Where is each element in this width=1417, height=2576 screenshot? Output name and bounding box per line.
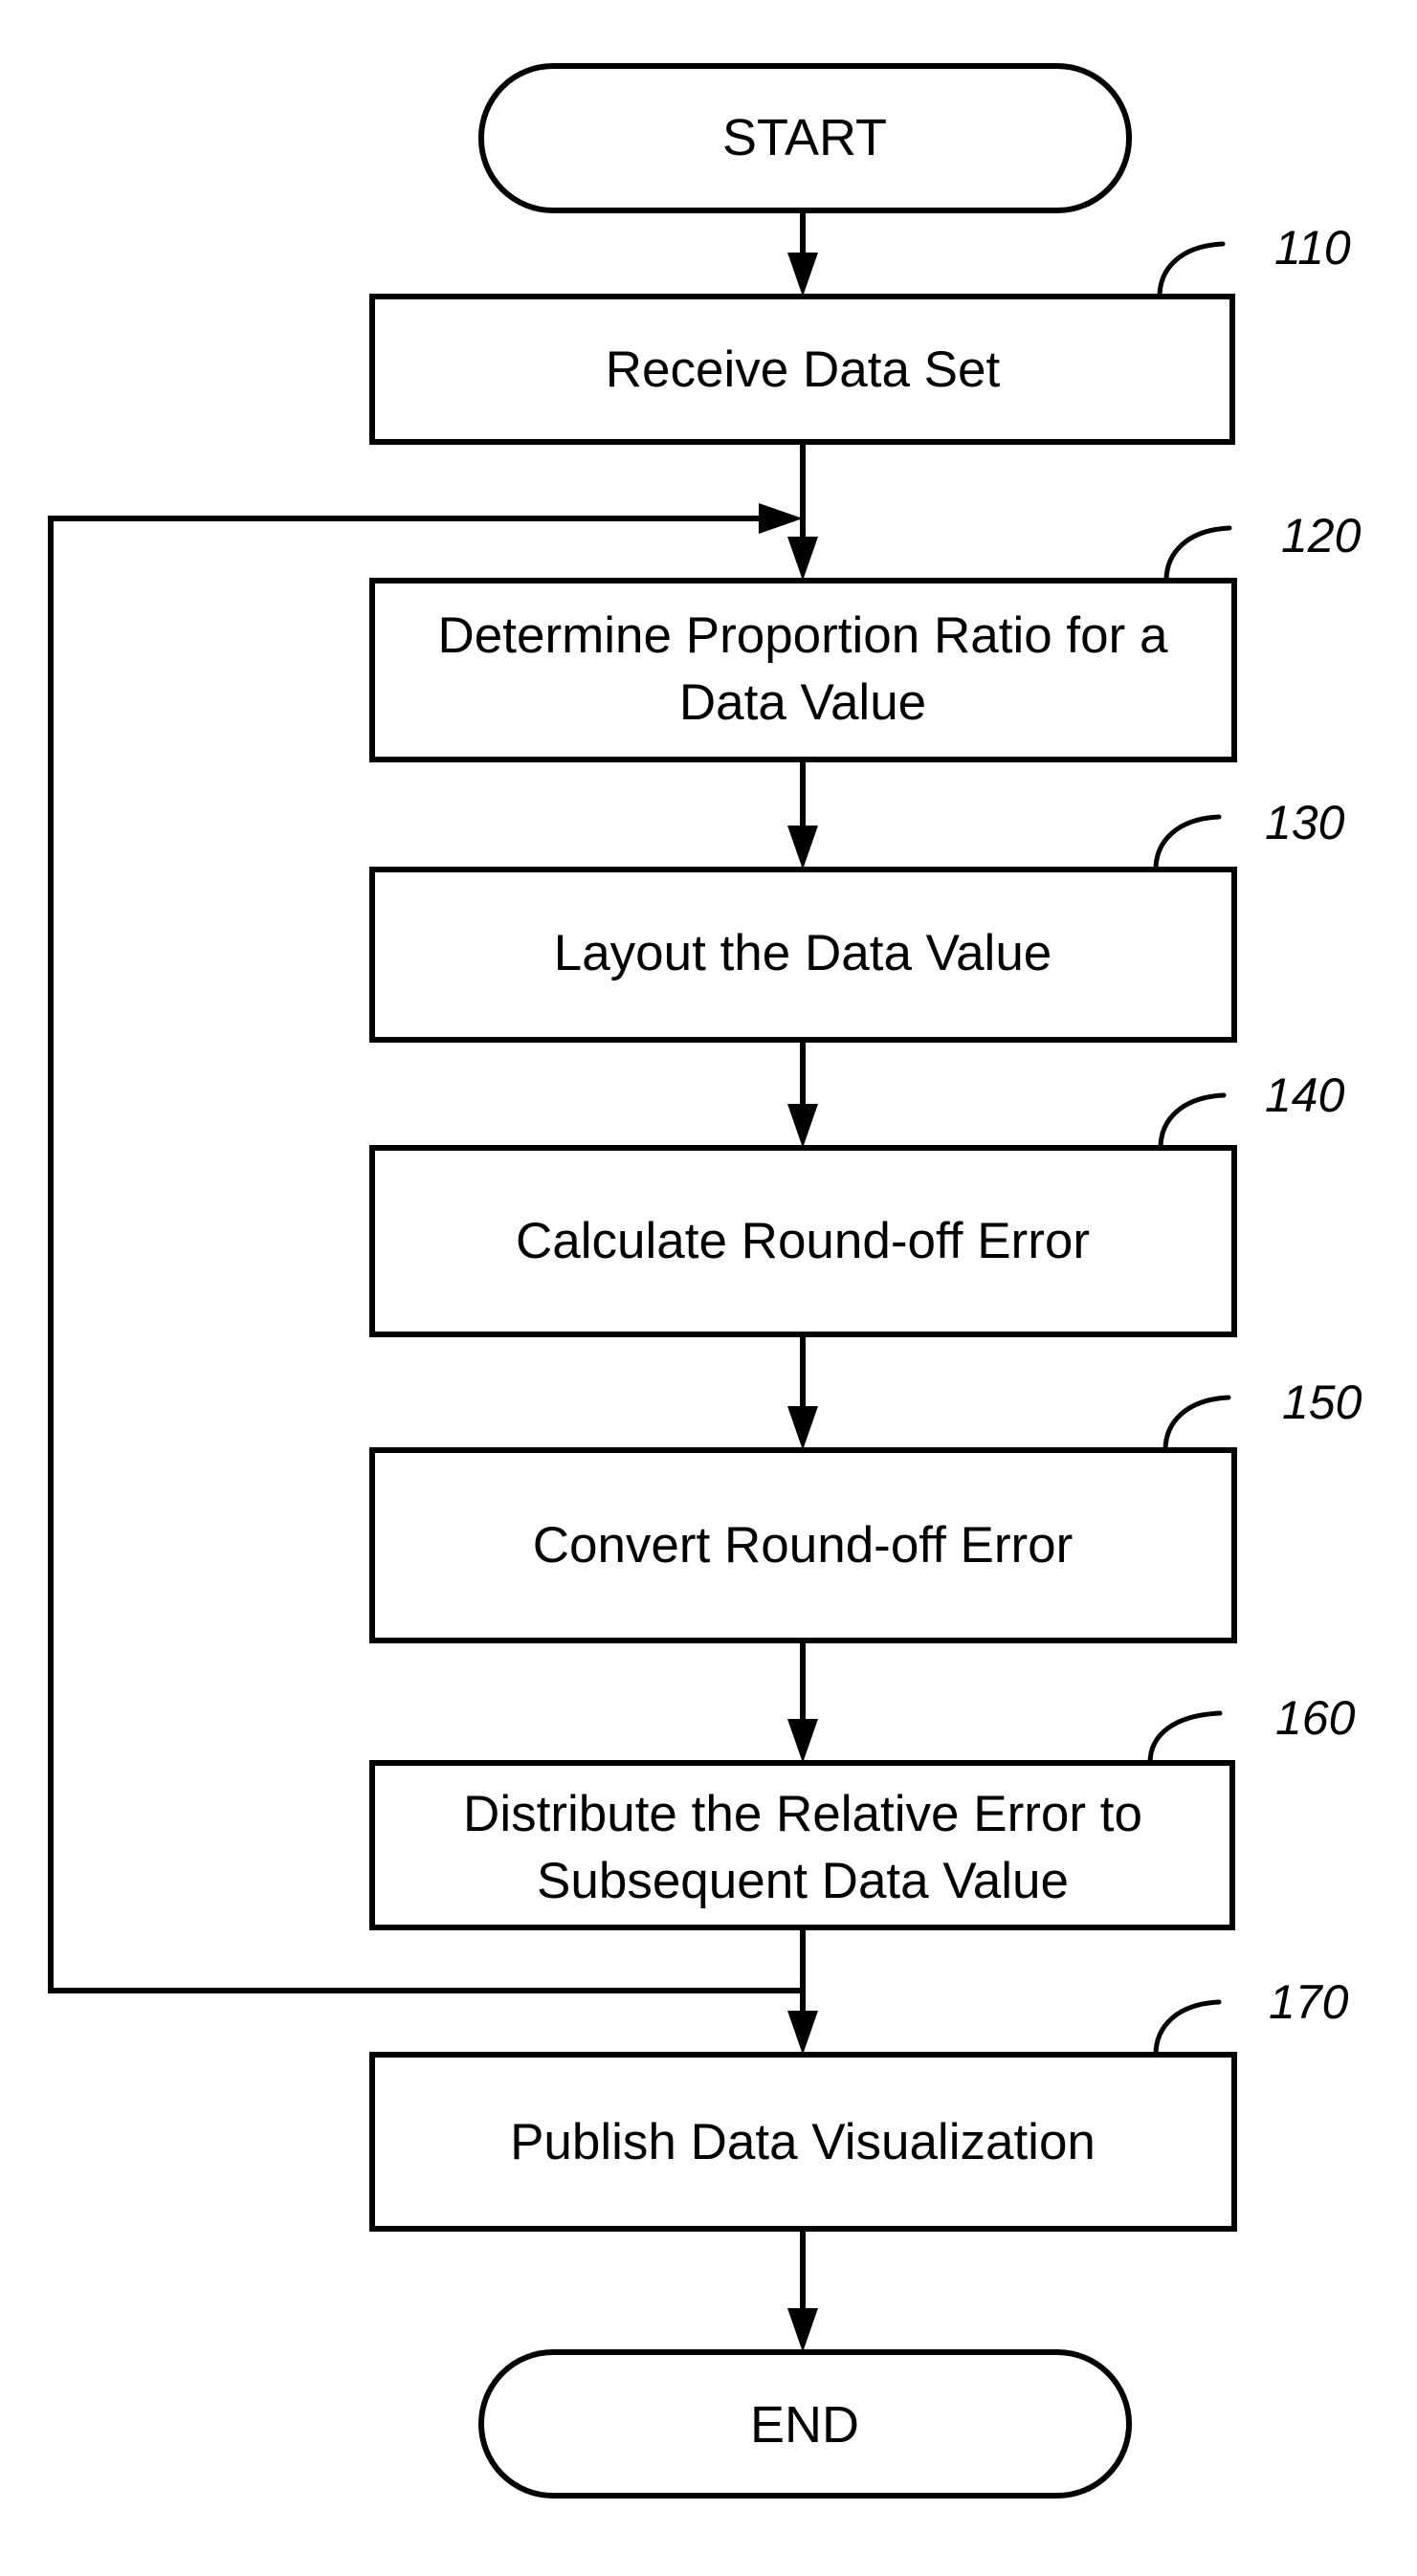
step-label: Convert Round-off Error bbox=[533, 1517, 1074, 1574]
reference-leader bbox=[1153, 814, 1222, 872]
step-label: Layout the Data Value bbox=[554, 925, 1052, 981]
start-terminator: START bbox=[478, 63, 1132, 213]
reference-numeral: 120 bbox=[1281, 509, 1362, 562]
reference-leader bbox=[1162, 1395, 1231, 1453]
arrowhead-icon bbox=[787, 1104, 818, 1148]
arrowhead-icon bbox=[787, 1406, 818, 1450]
start-label: START bbox=[722, 109, 887, 166]
step-label: Publish Data Visualization bbox=[510, 2114, 1096, 2170]
step-150: Convert Round-off Error 150 bbox=[369, 1376, 1362, 1643]
step-140: Calculate Round-off Error 140 bbox=[369, 1068, 1345, 1337]
arrowhead-icon bbox=[787, 826, 818, 870]
reference-leader bbox=[1147, 1710, 1223, 1766]
reference-numeral: 110 bbox=[1274, 221, 1351, 275]
reference-leader bbox=[1153, 1999, 1222, 2058]
step-170: Publish Data Visualization 170 bbox=[369, 1975, 1349, 2232]
reference-numeral: 130 bbox=[1265, 796, 1345, 849]
arrowhead-icon bbox=[787, 537, 818, 581]
step-label: Receive Data Set bbox=[606, 341, 1001, 398]
reference-numeral: 170 bbox=[1269, 1975, 1349, 2029]
reference-leader bbox=[1163, 525, 1232, 583]
reference-numeral: 160 bbox=[1275, 1691, 1356, 1745]
step-label: Calculate Round-off Error bbox=[516, 1213, 1090, 1269]
reference-numeral: 140 bbox=[1265, 1068, 1345, 1122]
arrowhead-icon bbox=[787, 2011, 818, 2055]
step-label-line-1: Determine Proportion Ratio for a bbox=[438, 607, 1168, 664]
reference-leader bbox=[1158, 1092, 1227, 1151]
arrowhead-right-icon bbox=[759, 503, 803, 534]
end-label: END bbox=[750, 2396, 859, 2454]
arrowhead-icon bbox=[787, 1719, 818, 1763]
step-label-line-2: Subsequent Data Value bbox=[537, 1853, 1069, 1909]
step-160: Distribute the Relative Error to Subsequ… bbox=[369, 1691, 1356, 1930]
arrowhead-icon bbox=[787, 253, 818, 297]
flowchart: START Receive Data Set 110 Determine Pro… bbox=[48, 63, 1362, 2499]
step-120: Determine Proportion Ratio for a Data Va… bbox=[369, 509, 1362, 762]
arrowhead-icon bbox=[787, 2308, 818, 2352]
step-130: Layout the Data Value 130 bbox=[369, 796, 1345, 1043]
step-110: Receive Data Set 110 bbox=[369, 221, 1351, 445]
reference-numeral: 150 bbox=[1282, 1376, 1362, 1429]
step-label-line-2: Data Value bbox=[679, 674, 926, 731]
step-label-line-1: Distribute the Relative Error to bbox=[463, 1786, 1142, 1842]
reference-leader bbox=[1157, 241, 1226, 299]
end-terminator: END bbox=[478, 2349, 1132, 2499]
